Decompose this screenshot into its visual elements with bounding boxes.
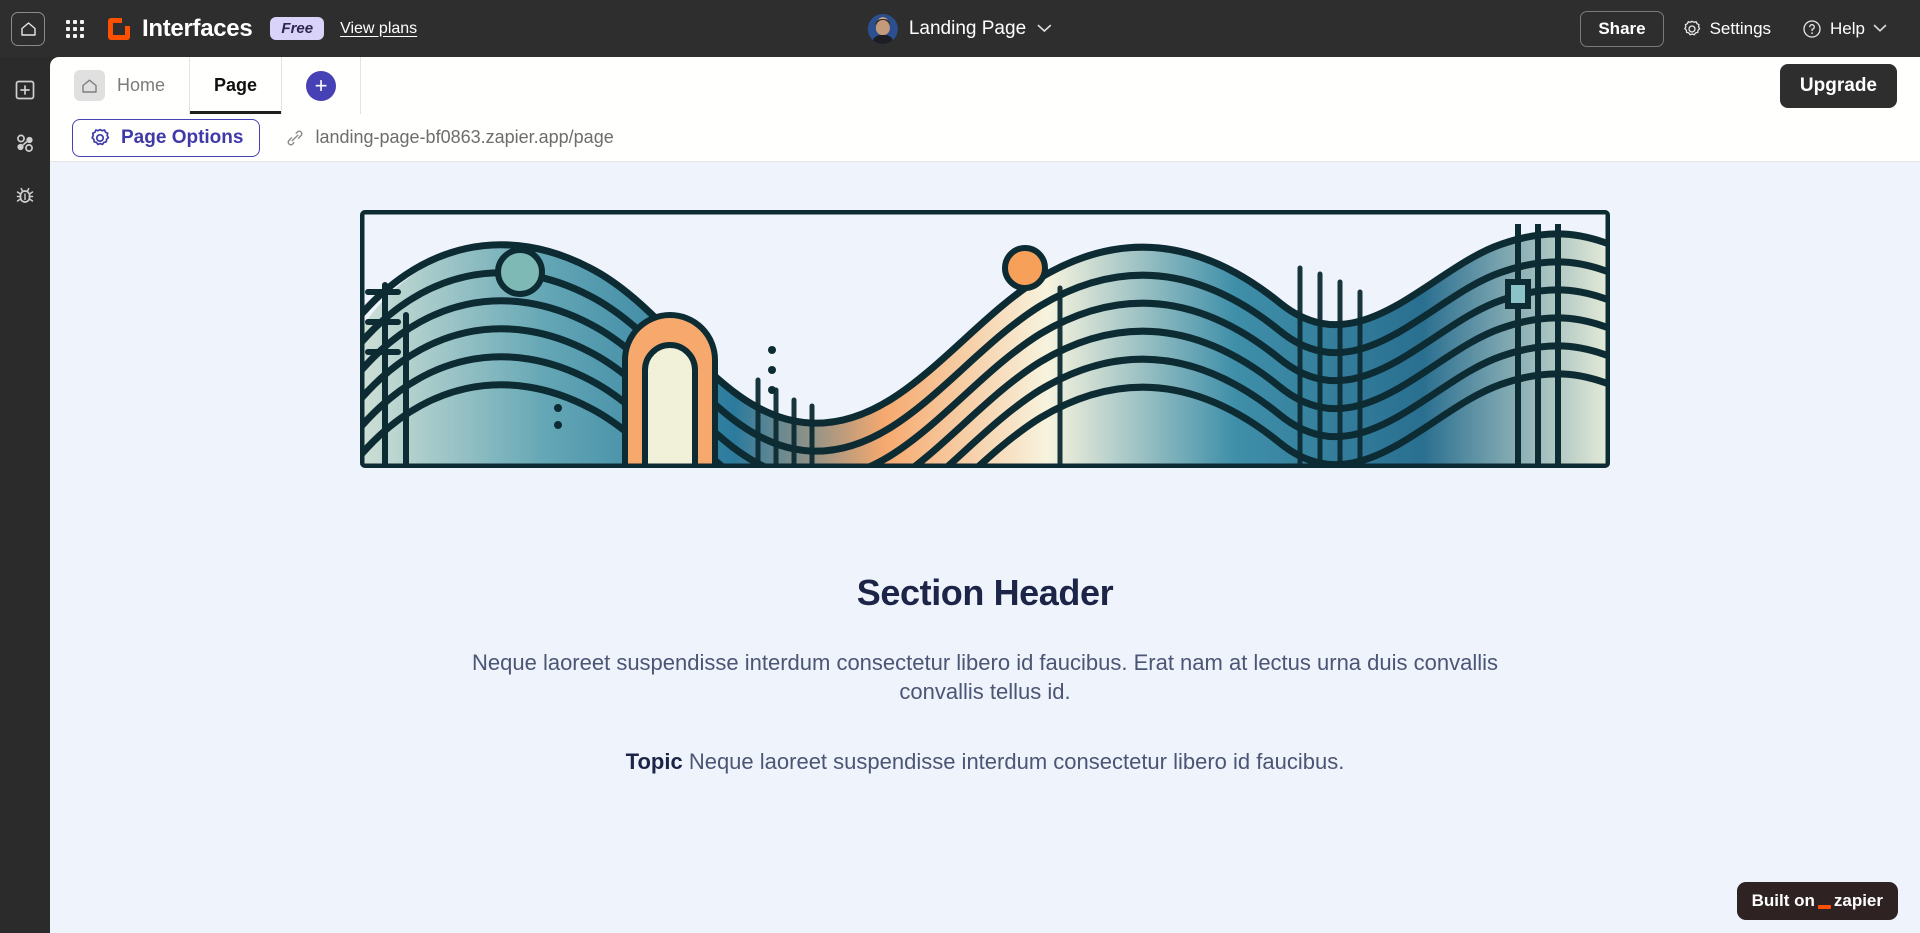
gear-icon [91, 128, 110, 145]
help-label: Help [1830, 18, 1865, 38]
share-button[interactable]: Share [1580, 10, 1664, 47]
add-page-button[interactable]: + [282, 57, 362, 114]
bug-icon[interactable] [12, 183, 38, 209]
upgrade-button[interactable]: Upgrade [1779, 63, 1897, 108]
logo-notch [122, 16, 131, 26]
settings-button[interactable]: Settings [1669, 11, 1784, 47]
link-icon [288, 130, 303, 145]
plan-badge: Free [270, 17, 325, 40]
grid-dot [66, 19, 70, 24]
nodes-icon[interactable] [12, 130, 38, 156]
page-url-text: landing-page-bf0863.zapier.app/page [315, 127, 614, 147]
badge-prefix: Built on [1751, 891, 1815, 910]
content-section: Section Header Neque laoreet suspendisse… [50, 572, 1920, 775]
tab-home-label: Home [117, 75, 166, 95]
top-bar: Interfaces Free View plans Landing Page … [0, 0, 1920, 57]
page-title: Section Header [856, 572, 1114, 613]
grid-dot [80, 33, 84, 38]
chevron-down-icon [1037, 24, 1052, 33]
view-plans-link[interactable]: View plans [340, 20, 417, 38]
avatar-face [875, 20, 890, 36]
options-bar: Page Options landing-page-bf0863.zapier.… [50, 114, 1920, 162]
avatar [867, 13, 898, 44]
tab-page-label: Page [214, 75, 258, 95]
plus-icon: + [306, 70, 337, 101]
section-body-text: Neque laoreet suspendisse interdum conse… [472, 650, 1498, 705]
grid-dot [73, 33, 77, 38]
grid-dot [73, 19, 77, 24]
settings-label: Settings [1709, 18, 1772, 38]
page-canvas: Section Header Neque laoreet suspendisse… [50, 162, 1920, 933]
grid-dot [80, 19, 84, 24]
document-title: Landing Page [908, 17, 1027, 39]
hero-illustration[interactable] [360, 210, 1610, 468]
grid-dot [73, 26, 77, 31]
tab-page[interactable]: Page [190, 57, 283, 114]
top-bar-actions: Share Settings Help [1580, 10, 1920, 47]
grid-dot [66, 33, 70, 38]
help-button[interactable]: Help [1789, 11, 1900, 47]
abstract-wave-illustration [360, 210, 1610, 468]
gear-icon [1683, 20, 1700, 35]
page-options-button[interactable]: Page Options [72, 118, 261, 157]
left-rail [0, 57, 50, 933]
question-circle-icon [1803, 19, 1821, 38]
topic-label: Topic [625, 748, 683, 774]
grid-dot [66, 26, 70, 31]
brand-name: Interfaces [142, 14, 253, 42]
tab-home[interactable]: Home [50, 57, 191, 114]
topic-body: Neque laoreet suspendisse interdum conse… [688, 748, 1345, 774]
add-square-icon[interactable] [12, 77, 38, 103]
document-title-menu[interactable]: Landing Page [867, 13, 1052, 44]
page-url[interactable]: landing-page-bf0863.zapier.app/page [286, 127, 614, 148]
topic-line: Topic Neque laoreet suspendisse interdum… [50, 749, 1920, 775]
interfaces-logo-icon [108, 16, 131, 40]
zapier-dash-icon [1817, 905, 1831, 909]
avatar-body [871, 34, 894, 44]
apps-grid-icon[interactable] [66, 19, 84, 38]
house-icon [20, 21, 36, 36]
tab-strip: Home Page + Upgrade [50, 57, 1920, 114]
badge-brand: zapier [1833, 891, 1883, 910]
built-on-zapier-badge[interactable]: Built on zapier [1736, 882, 1898, 920]
home-button[interactable] [11, 11, 45, 46]
grid-dot [80, 26, 84, 31]
chevron-down-icon [1873, 24, 1887, 32]
house-icon [74, 70, 105, 101]
page-options-label: Page Options [121, 126, 244, 148]
